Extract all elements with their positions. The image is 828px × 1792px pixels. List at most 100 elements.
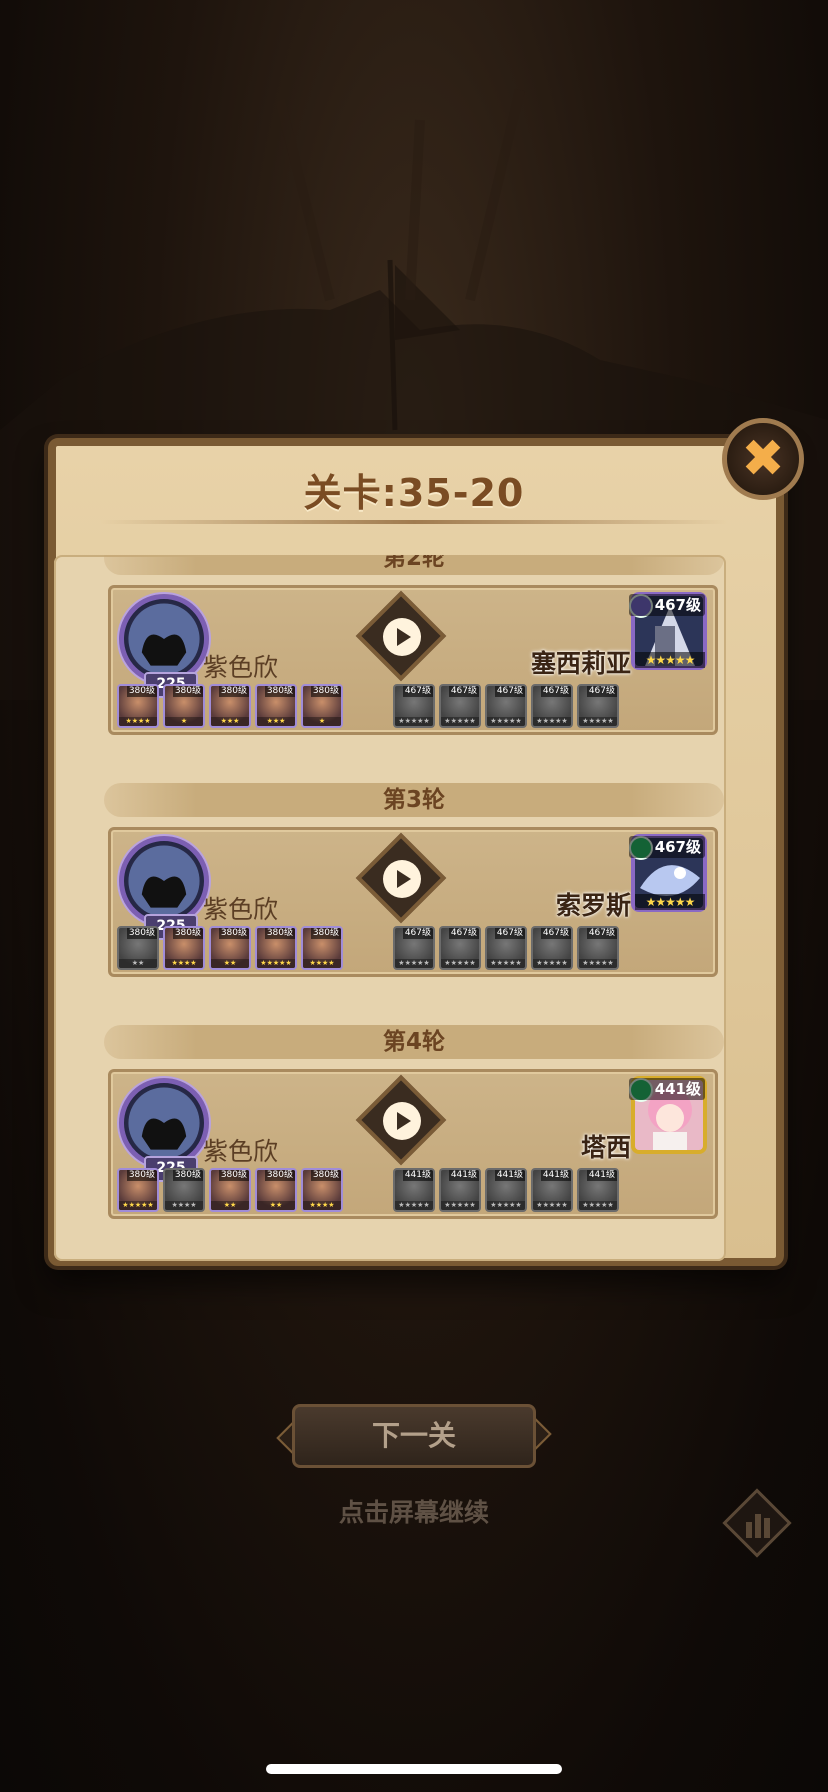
hero-level: 467级	[402, 928, 433, 939]
hero-stars: ★★★★★	[579, 959, 617, 968]
player-hero-3[interactable]: 380级 ★★	[209, 926, 251, 970]
hero-stars: ★★★★★	[441, 959, 479, 968]
hero-stars: ★★★★★	[579, 717, 617, 726]
heart-hands-icon	[128, 845, 200, 917]
hero-level: 467级	[540, 686, 571, 697]
hero-row: 380级 ★★ 380级 ★★★★ 380级 ★★ 380级 ★★★★★ 380级 ★★★★ 467…	[111, 926, 721, 974]
hero-stars: ★★★	[211, 717, 249, 726]
hero-stars: ★★★★★	[487, 1201, 525, 1210]
hero-stars: ★★★★★	[395, 1201, 433, 1210]
hero-stars: ★★★★★	[119, 1201, 157, 1210]
enemy-hero-3[interactable]: 467级 ★★★★★	[485, 926, 527, 970]
hero-level: 467级	[448, 928, 479, 939]
hero-stars: ★★★★★	[533, 959, 571, 968]
round-banner: 第2轮	[104, 555, 724, 575]
player-hero-4[interactable]: 380级 ★★	[255, 1168, 297, 1212]
hero-level: 380级	[310, 1170, 341, 1181]
hero-stars: ★	[165, 717, 203, 726]
hero-stars: ★★★★★	[441, 717, 479, 726]
round-card: 225 紫色欣 塞西莉亚 467级 ★★★★★ 380级★★★★380级★380…	[108, 585, 718, 735]
play-icon[interactable]	[383, 860, 421, 898]
enemy-name: 塞西莉亚	[530, 649, 631, 678]
enemy-hero-4[interactable]: 467级 ★★★★★	[531, 684, 573, 728]
hero-level: 467级	[448, 686, 479, 697]
player-hero-4[interactable]: 380级 ★★★★★	[255, 926, 297, 970]
hero-level: 467级	[586, 928, 617, 939]
round-banner: 第3轮	[104, 783, 724, 817]
player-hero-3[interactable]: 380级 ★★★	[209, 684, 251, 728]
title-divider	[100, 520, 728, 524]
hero-stars: ★★★★★	[533, 1201, 571, 1210]
player-avatar[interactable]	[119, 594, 209, 684]
player-hero-4[interactable]: 380级 ★★★	[255, 684, 297, 728]
player-name: 紫色欣	[203, 653, 279, 682]
hero-level: 380级	[172, 1170, 203, 1181]
play-icon[interactable]	[383, 618, 421, 656]
enemy-hero-5[interactable]: 467级 ★★★★★	[577, 926, 619, 970]
hero-stars: ★★★★★	[487, 717, 525, 726]
hero-stars: ★★★★★	[257, 959, 295, 968]
enemy-level: 467级	[628, 594, 705, 616]
hero-level: 380级	[310, 686, 341, 697]
hero-level: 380级	[172, 928, 203, 939]
hero-row: 380级 ★★★★★ 380级 ★★★★ 380级 ★★ 380级 ★★ 380级 ★★★★ 441…	[111, 1168, 721, 1216]
player-hero-2[interactable]: 380级 ★	[163, 684, 205, 728]
player-avatar[interactable]	[119, 1078, 209, 1168]
hero-level: 380级	[218, 686, 249, 697]
hero-level: 467级	[586, 686, 617, 697]
enemy-hero-4[interactable]: 441级 ★★★★★	[531, 1168, 573, 1212]
hero-level: 380级	[126, 1170, 157, 1181]
enemy-hero-2[interactable]: 441级 ★★★★★	[439, 1168, 481, 1212]
enemy-hero-3[interactable]: 467级 ★★★★★	[485, 684, 527, 728]
hero-row: 380级 ★★★★ 380级 ★ 380级 ★★★ 380级 ★★★ 380级 ★ 467级 ★★★★…	[111, 684, 721, 732]
player-hero-1[interactable]: 380级 ★★★★	[117, 684, 159, 728]
heart-hands-icon	[128, 1087, 200, 1159]
player-hero-3[interactable]: 380级 ★★	[209, 1168, 251, 1212]
enemy-hero-5[interactable]: 441级 ★★★★★	[577, 1168, 619, 1212]
home-indicator[interactable]	[266, 1764, 562, 1774]
heart-hands-icon	[128, 603, 200, 675]
rounds-list[interactable]: 第2轮 225 紫色欣 塞西莉亚 467级 ★★★★★ 380级★★★★380级…	[54, 555, 726, 1261]
enemy-hero-2[interactable]: 467级 ★★★★★	[439, 926, 481, 970]
player-hero-5[interactable]: 380级 ★★★★	[301, 1168, 343, 1212]
player-avatar[interactable]	[119, 836, 209, 926]
enemy-hero-2[interactable]: 467级 ★★★★★	[439, 684, 481, 728]
enemy-hero-1[interactable]: 467级 ★★★★★	[393, 926, 435, 970]
round-banner: 第4轮	[104, 1025, 724, 1059]
hero-stars: ★★★★	[165, 1201, 203, 1210]
hero-stars: ★★	[211, 959, 249, 968]
hero-stars: ★★★★	[165, 959, 203, 968]
player-hero-1[interactable]: 380级 ★★★★★	[117, 1168, 159, 1212]
hero-level: 380级	[264, 1170, 295, 1181]
close-button[interactable]: ✖	[722, 418, 804, 500]
round-card: 225 紫色欣 索罗斯 467级 ★★★★★ 380级★★380级★★★★380…	[108, 827, 718, 977]
hero-level: 380级	[264, 686, 295, 697]
player-hero-5[interactable]: 380级 ★	[301, 684, 343, 728]
enemy-hero-1[interactable]: 467级 ★★★★★	[393, 684, 435, 728]
player-name: 紫色欣	[203, 895, 279, 924]
player-hero-1[interactable]: 380级 ★★	[117, 926, 159, 970]
enemy-hero-1[interactable]: 441级 ★★★★★	[393, 1168, 435, 1212]
hero-stars: ★★★★	[119, 717, 157, 726]
enemy-hero-3[interactable]: 441级 ★★★★★	[485, 1168, 527, 1212]
hero-stars: ★★★★★	[579, 1201, 617, 1210]
play-icon[interactable]	[383, 1102, 421, 1140]
hero-stars: ★★	[257, 1201, 295, 1210]
hero-level: 441级	[402, 1170, 433, 1181]
player-name: 紫色欣	[203, 1137, 279, 1166]
player-hero-5[interactable]: 380级 ★★★★	[301, 926, 343, 970]
player-hero-2[interactable]: 380级 ★★★★	[163, 926, 205, 970]
hero-stars: ★★	[119, 959, 157, 968]
player-hero-2[interactable]: 380级 ★★★★	[163, 1168, 205, 1212]
hero-level: 380级	[310, 928, 341, 939]
tap-to-continue-hint[interactable]: 点击屏幕继续	[0, 1493, 828, 1529]
hero-stars: ★★★	[257, 717, 295, 726]
hero-level: 467级	[402, 686, 433, 697]
next-stage-button[interactable]: 下一关	[292, 1404, 536, 1468]
enemy-stars: ★★★★★	[635, 894, 705, 910]
enemy-hero-5[interactable]: 467级 ★★★★★	[577, 684, 619, 728]
hero-stars: ★★★★★	[395, 959, 433, 968]
enemy-hero-4[interactable]: 467级 ★★★★★	[531, 926, 573, 970]
enemy-level: 441级	[628, 1078, 705, 1100]
bar-chart-icon[interactable]	[722, 1488, 792, 1558]
